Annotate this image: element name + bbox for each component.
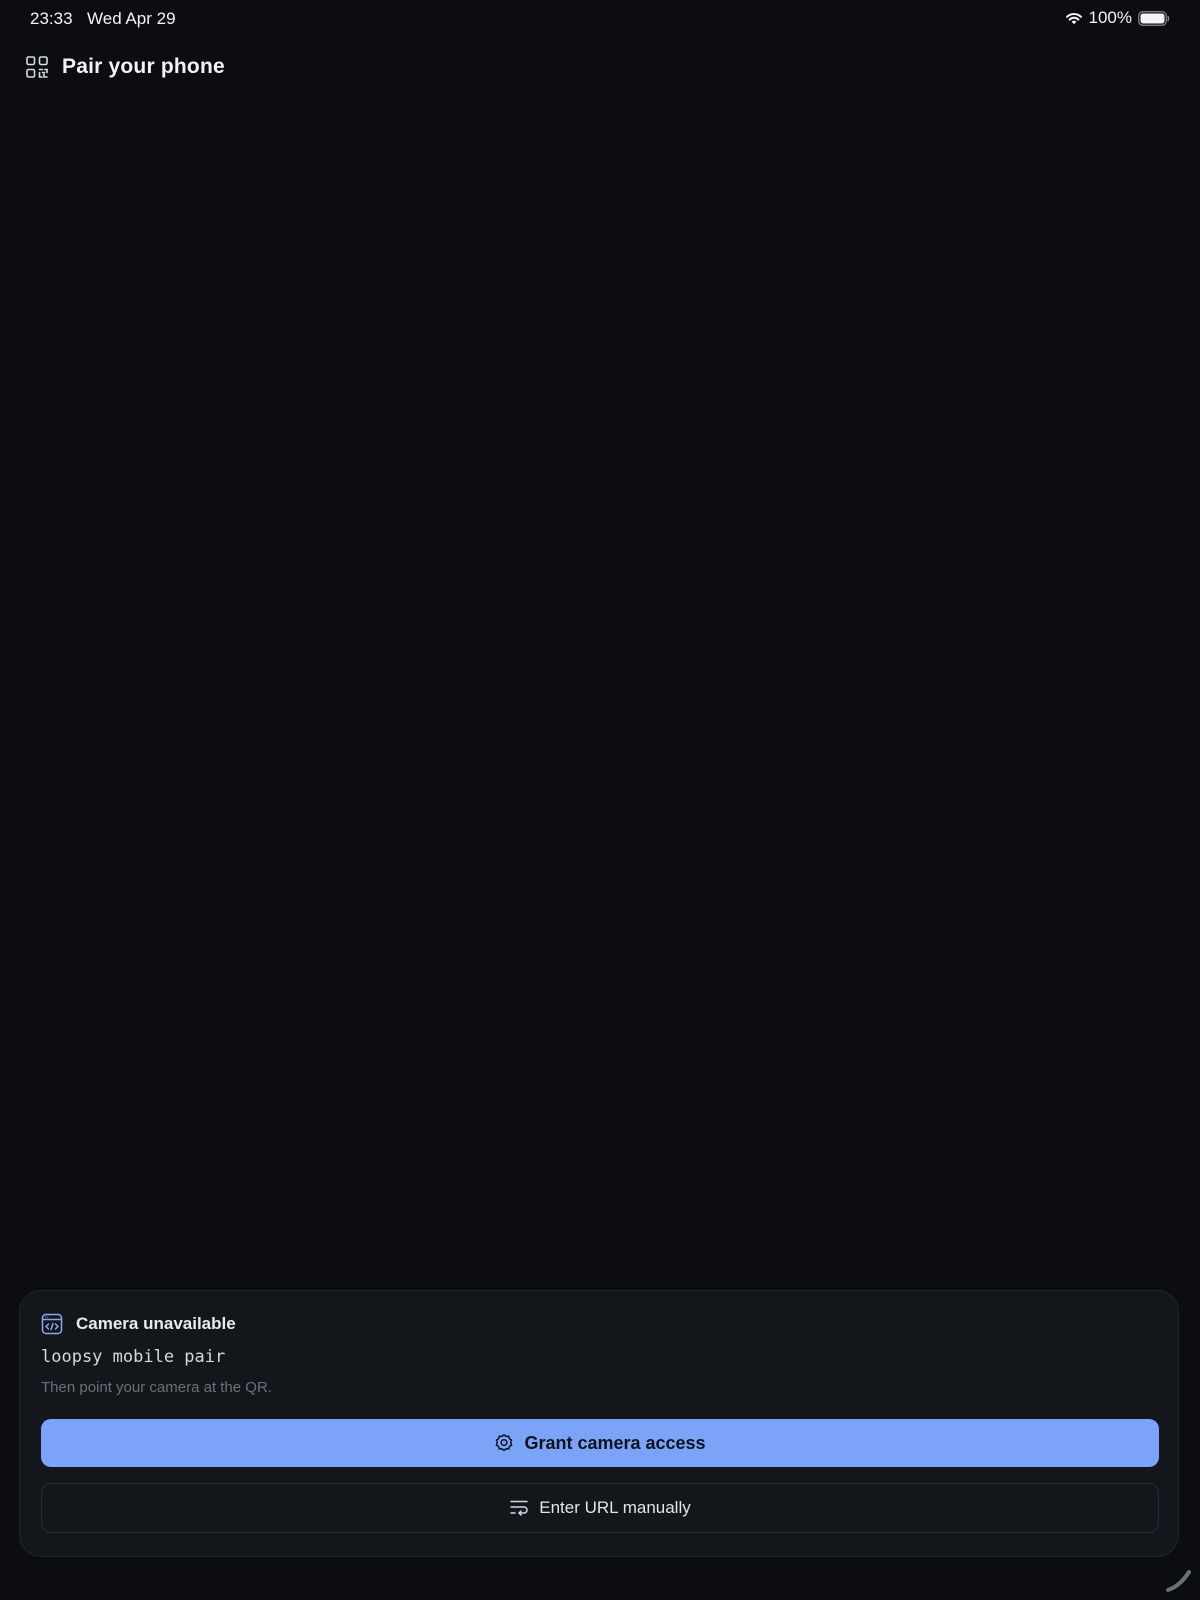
pair-command: loopsy mobile pair	[41, 1347, 226, 1367]
page-header: Pair your phone	[26, 55, 225, 79]
camera-unavailable-panel: Camera unavailable loopsy mobile pair Th…	[19, 1290, 1179, 1557]
text-wrap-icon	[510, 1500, 528, 1516]
qr-code-icon	[26, 56, 48, 78]
panel-title: Camera unavailable	[76, 1314, 236, 1333]
home-indicator	[1166, 1570, 1191, 1592]
code-window-icon	[41, 1313, 63, 1335]
battery-percent: 100%	[1088, 8, 1132, 27]
status-time: 23:33	[30, 9, 73, 28]
hint-text: Then point your camera at the QR.	[41, 1379, 272, 1396]
status-indicators: 100%	[1065, 8, 1170, 28]
gear-icon	[496, 1434, 513, 1452]
grant-camera-access-label: Grant camera access	[524, 1432, 706, 1453]
status-date: Wed Apr 29	[87, 9, 176, 28]
page-title: Pair your phone	[62, 55, 225, 78]
status-bar: 23:33 Wed Apr 29 100%	[0, 0, 1200, 38]
wifi-icon	[1065, 12, 1082, 25]
enter-url-manually-button[interactable]: Enter URL manually	[41, 1483, 1159, 1533]
battery-icon	[1138, 10, 1170, 26]
grant-camera-access-button[interactable]: Grant camera access	[41, 1419, 1159, 1467]
panel-header: Camera unavailable	[41, 1313, 236, 1335]
enter-url-manually-label: Enter URL manually	[539, 1498, 691, 1517]
